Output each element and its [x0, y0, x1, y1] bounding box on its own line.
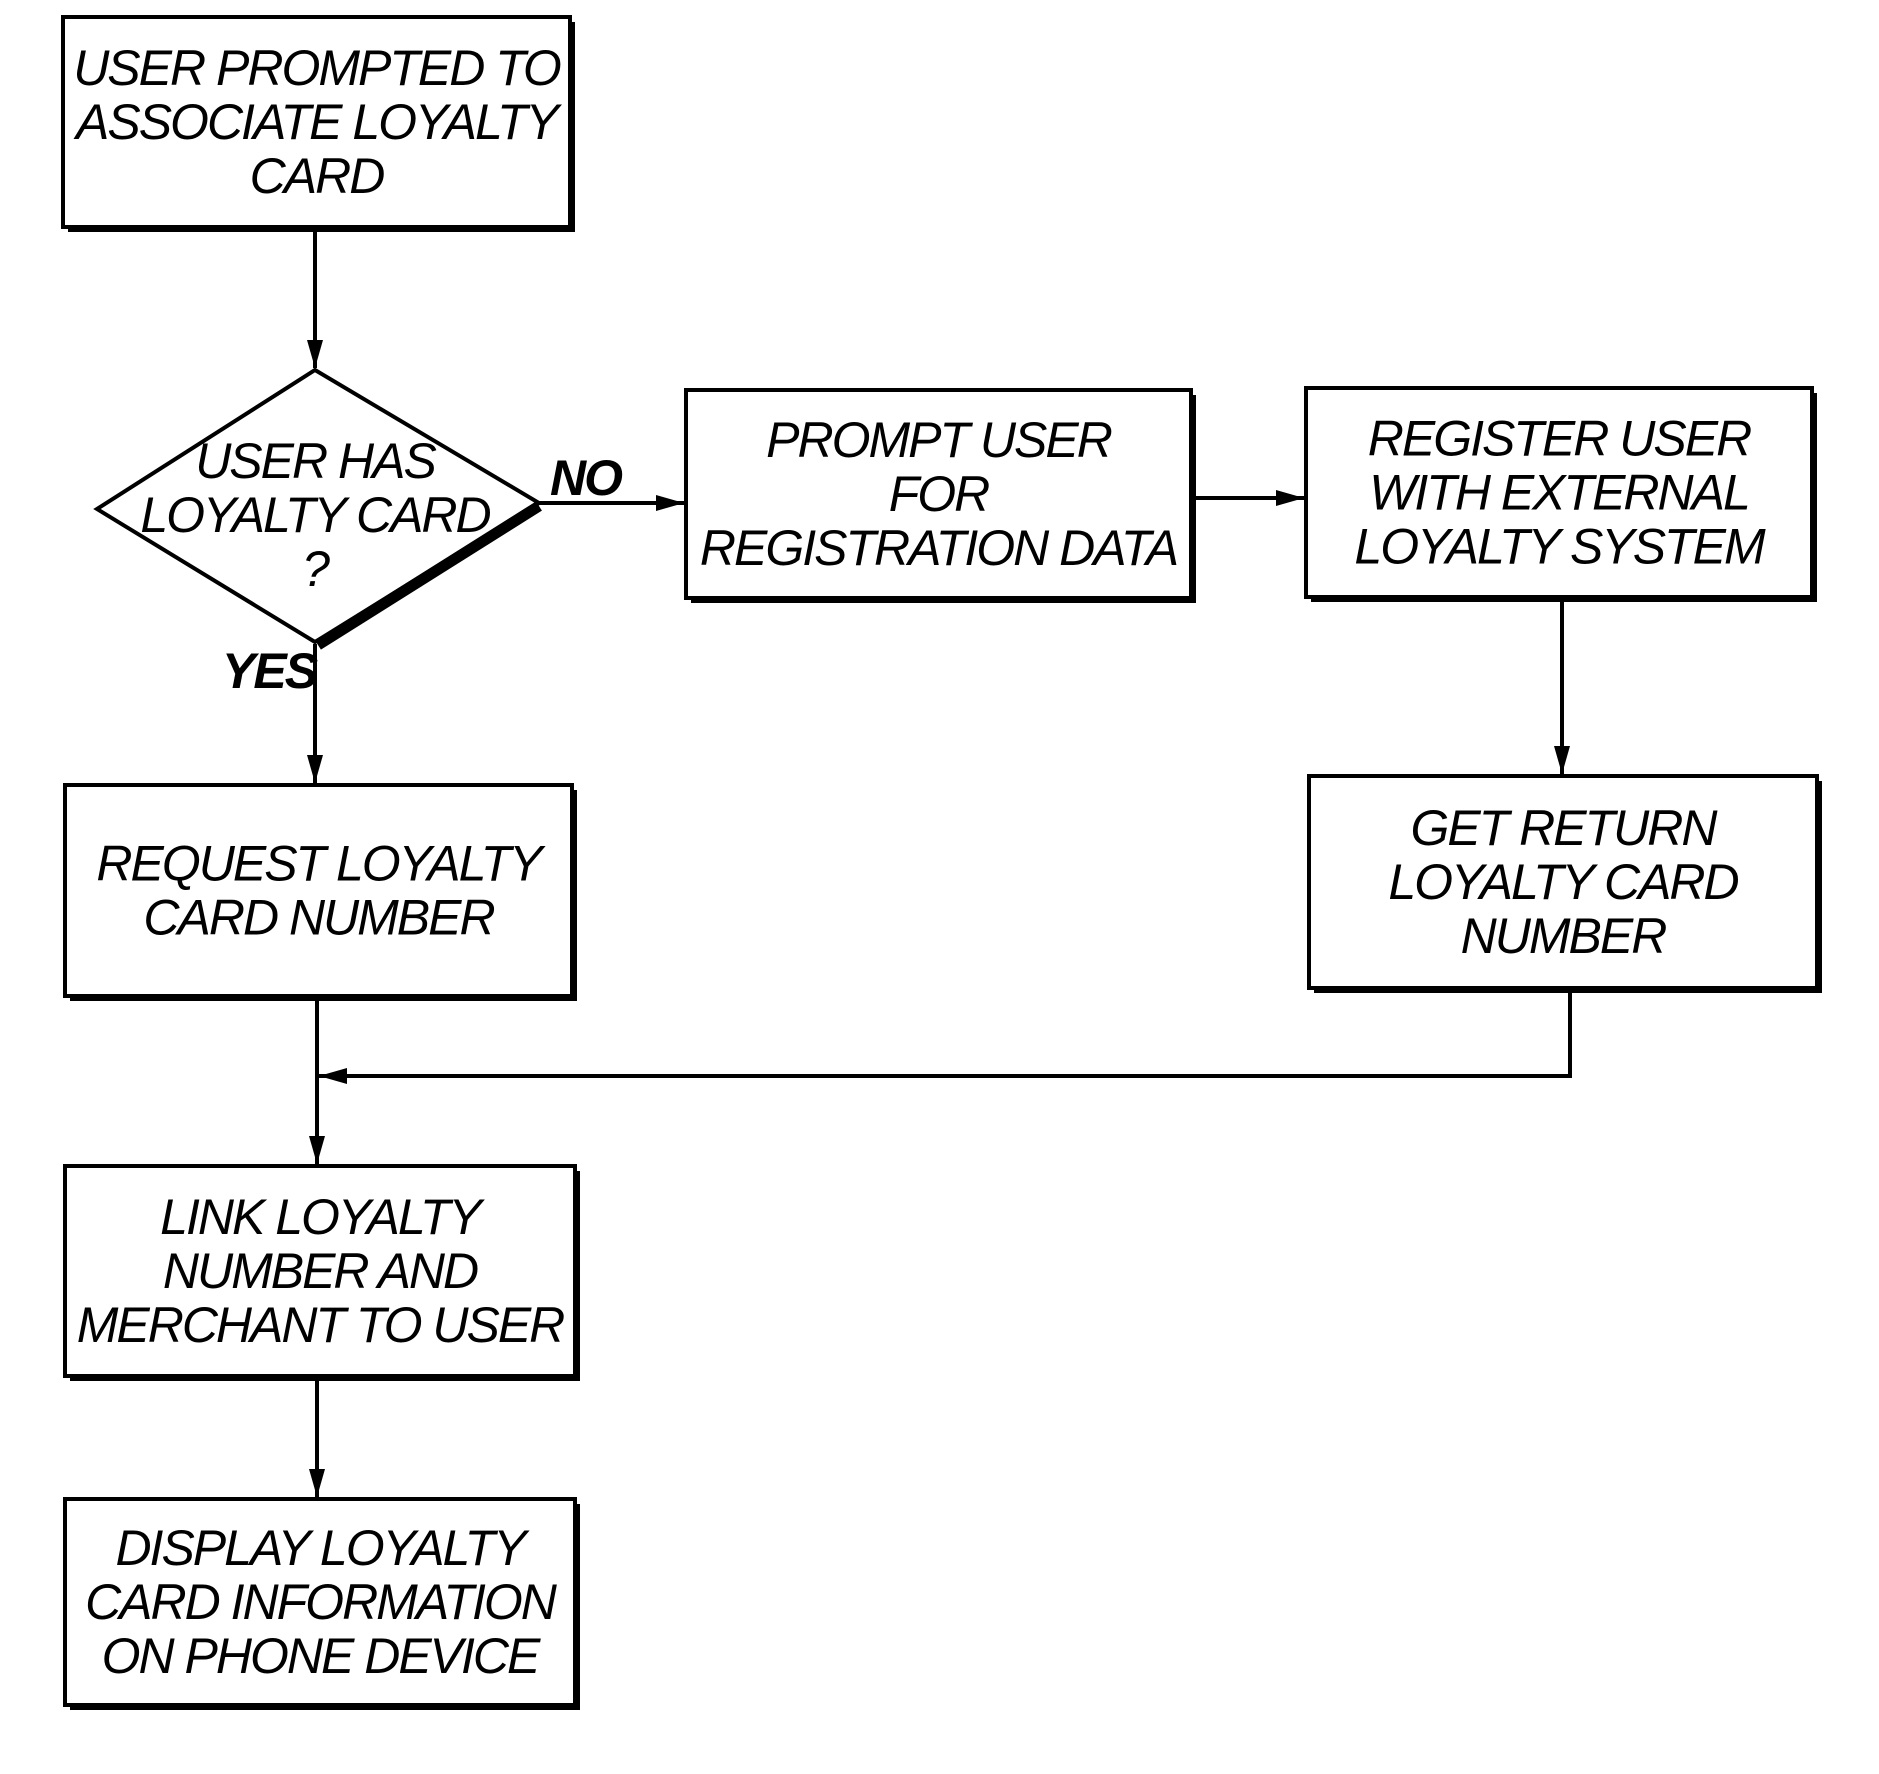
edge-label-yes: YES — [222, 643, 318, 699]
box-text-line: DISPLAY LOYALTY — [115, 1520, 530, 1576]
box-text-line: CARD — [250, 148, 385, 204]
box-text-line: LOYALTY SYSTEM — [1354, 519, 1766, 575]
decision-text-line: LOYALTY CARD — [140, 487, 490, 543]
box-text-line: NUMBER — [1461, 908, 1667, 964]
box-text-line: MERCHANT TO USER — [77, 1297, 564, 1353]
box-text-line: CARD INFORMATION — [85, 1574, 558, 1630]
process-box-display: DISPLAY LOYALTYCARD INFORMATIONON PHONE … — [63, 1497, 580, 1710]
box-text-line: CARD NUMBER — [143, 890, 494, 946]
box-text-line: ASSOCIATE LOYALTY — [73, 94, 563, 150]
process-box-start: USER PROMPTED TOASSOCIATE LOYALTYCARD — [61, 15, 575, 232]
decision-node: USER HASLOYALTY CARD? — [93, 367, 543, 650]
edge-label-no: NO — [550, 450, 623, 506]
box-text-line: ON PHONE DEVICE — [102, 1628, 541, 1684]
box-text-line: REGISTER USER — [1368, 411, 1751, 467]
decision-text-line: ? — [302, 541, 330, 597]
edge-getreturn-merge — [319, 990, 1572, 1084]
box-text-line: WITH EXTERNAL — [1369, 465, 1749, 521]
box-text-line: REQUEST LOYALTY — [96, 836, 546, 892]
box-text-line: LOYALTY CARD — [1388, 854, 1738, 910]
box-text-line: GET RETURN — [1411, 800, 1719, 856]
decision-text-line: USER HAS — [195, 433, 436, 489]
box-text-line: REGISTRATION DATA — [700, 520, 1177, 576]
box-text-line: NUMBER AND — [163, 1243, 478, 1299]
box-text-line: LINK LOYALTY — [160, 1189, 485, 1245]
box-text-line: PROMPT USER — [766, 412, 1112, 468]
box-text-line: USER PROMPTED TO — [73, 40, 561, 96]
process-box-getreturn: GET RETURNLOYALTY CARDNUMBER — [1307, 774, 1822, 993]
process-box-link: LINK LOYALTYNUMBER ANDMERCHANT TO USER — [63, 1164, 580, 1381]
process-box-request: REQUEST LOYALTYCARD NUMBER — [63, 783, 577, 1001]
box-text-line: FOR — [889, 466, 989, 522]
process-box-register: REGISTER USERWITH EXTERNALLOYALTY SYSTEM — [1304, 386, 1817, 602]
process-box-prompt: PROMPT USERFORREGISTRATION DATA — [684, 388, 1196, 603]
flowchart: USER PROMPTED TOASSOCIATE LOYALTYCARD PRO… — [61, 15, 1822, 1710]
